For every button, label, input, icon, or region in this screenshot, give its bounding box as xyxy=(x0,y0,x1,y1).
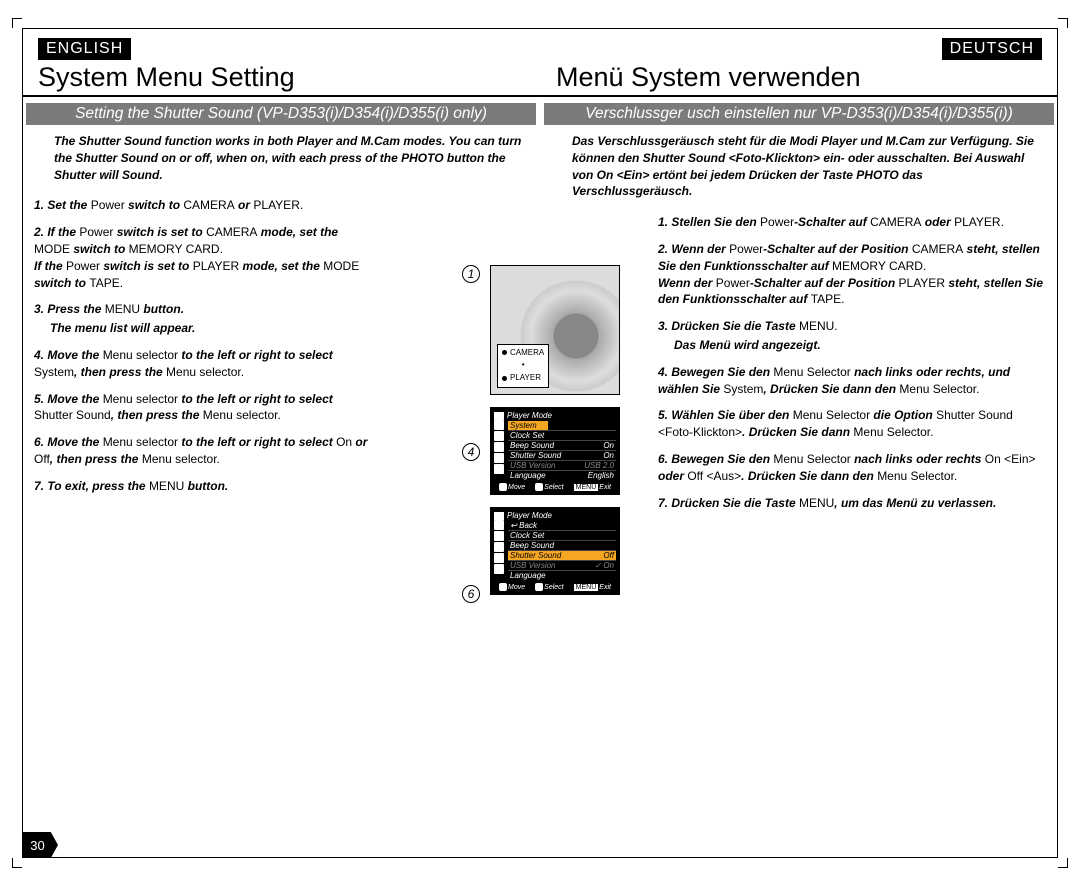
menu-row: Beep SoundOn xyxy=(508,440,616,450)
move-icon xyxy=(499,483,507,491)
player-icon xyxy=(494,512,504,520)
player-icon xyxy=(494,412,504,420)
select-icon xyxy=(535,483,543,491)
step-7-en: 7. To exit, press the MENU button. xyxy=(34,478,374,495)
step-1-en: 1. Set the Power switch to CAMERA or PLA… xyxy=(34,197,374,214)
step-5-en: 5. Move the Menu selector to the left or… xyxy=(34,391,374,425)
step-3-en: 3. Press the MENU button. The menu list … xyxy=(34,301,374,337)
step-4-de: 4. Bewegen Sie den Menu Selector nach li… xyxy=(658,364,1046,398)
step-6-de: 6. Bewegen Sie den Menu Selector nach li… xyxy=(658,451,1046,485)
lang-badge-english: ENGLISH xyxy=(38,38,131,60)
intro-en: The Shutter Sound function works in both… xyxy=(54,133,528,183)
step-1-de: 1. Stellen Sie den Power-Schalter auf CA… xyxy=(658,214,1046,231)
column-english: The Shutter Sound function works in both… xyxy=(22,131,540,521)
step-6-en: 6. Move the Menu selector to the left or… xyxy=(34,434,374,468)
menu-row: USB VersionUSB 2.0 xyxy=(508,460,616,470)
step-3-de: 3. Drücken Sie die Taste MENU. Das Menü … xyxy=(658,318,1046,354)
page-title-en: System Menu Setting xyxy=(22,62,540,95)
step-2-en: 2. If the Power switch is set to CAMERA … xyxy=(34,224,374,291)
subheader-en: Setting the Shutter Sound (VP-D353(i)/D3… xyxy=(26,103,536,125)
menu-row: Shutter SoundOn xyxy=(508,450,616,460)
menu-screenshot-2: Player Mode ↩ Back Clock SetBeep SoundSh… xyxy=(490,507,620,595)
menu-row: Clock Set xyxy=(508,530,616,540)
intro-de: Das Verschlussgeräusch steht für die Mod… xyxy=(572,133,1046,200)
side-icon xyxy=(494,420,504,430)
step-circle-4: 4 xyxy=(462,443,480,461)
step-circle-6: 6 xyxy=(462,585,480,603)
step-5-de: 5. Wählen Sie über den Menu Selector die… xyxy=(658,407,1046,441)
camera-mode-labels: CAMERA • PLAYER xyxy=(497,344,549,388)
lang-badge-deutsch: DEUTSCH xyxy=(942,38,1042,60)
menu-row: Beep Sound xyxy=(508,540,616,550)
menu-row: Shutter SoundOff xyxy=(508,550,616,560)
camera-diagram: CAMERA • PLAYER xyxy=(490,265,620,395)
page-number-badge: 30 xyxy=(22,832,58,858)
step-7-de: 7. Drücken Sie die Taste MENU, um das Me… xyxy=(658,495,1046,512)
step-2-de: 2. Wenn der Power-Schalter auf der Posit… xyxy=(658,241,1046,308)
menu-row: Language xyxy=(508,570,616,580)
step-4-en: 4. Move the Menu selector to the left or… xyxy=(34,347,374,381)
menu-row: LanguageEnglish xyxy=(508,470,616,480)
menu-row: USB VersionOn xyxy=(508,560,616,570)
subheader-de: Verschlussger usch einstellen nur VP-D35… xyxy=(544,103,1054,125)
menu-screenshot-1: Player Mode System Clock SetBeep SoundOn… xyxy=(490,407,620,495)
menu-row: Clock Set xyxy=(508,430,616,440)
page-title-de: Menü System verwenden xyxy=(540,62,1058,95)
step-circle-1: 1 xyxy=(462,265,480,283)
